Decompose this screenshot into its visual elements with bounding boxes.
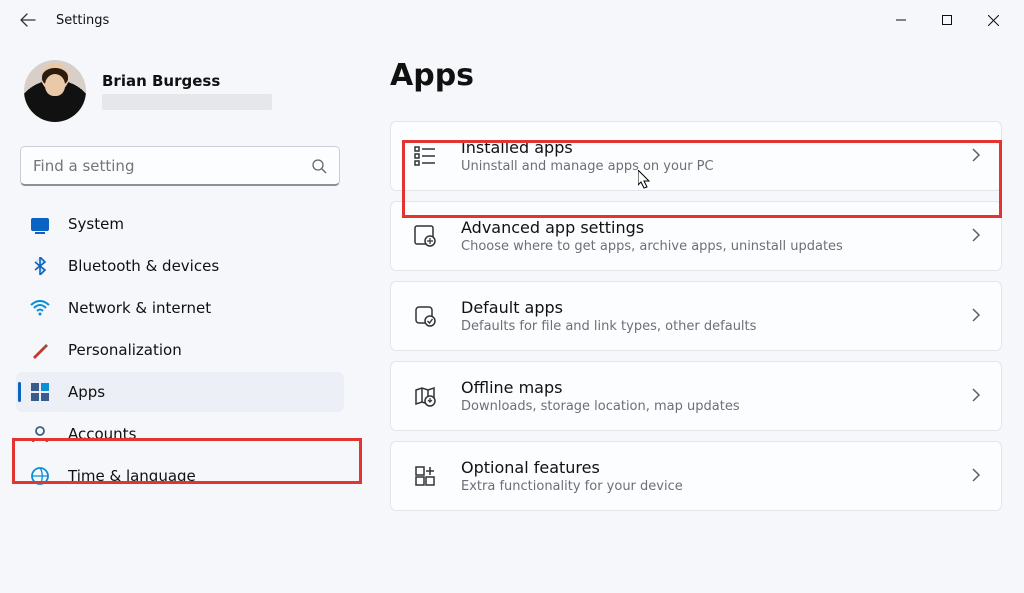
close-icon [988, 15, 999, 26]
offline-maps-icon [411, 382, 439, 410]
chevron-right-icon [972, 227, 981, 246]
sidebar-item-time[interactable]: Time & language [16, 456, 344, 496]
profile-email-placeholder [102, 94, 272, 110]
search-box[interactable] [20, 146, 340, 186]
sidebar-item-apps[interactable]: Apps [16, 372, 344, 412]
card-title: Offline maps [461, 378, 950, 397]
titlebar: Settings [0, 0, 1024, 40]
system-icon [30, 214, 50, 234]
close-button[interactable] [970, 4, 1016, 36]
profile-name: Brian Burgess [102, 72, 272, 90]
window-controls [878, 4, 1016, 36]
search-input[interactable] [33, 157, 311, 175]
card-subtitle: Defaults for file and link types, other … [461, 319, 950, 334]
profile-section[interactable]: Brian Burgess [16, 50, 344, 140]
window-title: Settings [56, 13, 109, 28]
bluetooth-icon [30, 256, 50, 276]
card-default-apps[interactable]: Default apps Defaults for file and link … [390, 281, 1002, 351]
sidebar-item-label: System [68, 215, 124, 233]
card-subtitle: Choose where to get apps, archive apps, … [461, 239, 950, 254]
sidebar-item-label: Network & internet [68, 299, 211, 317]
sidebar-item-system[interactable]: System [16, 204, 344, 244]
sidebar-item-bluetooth[interactable]: Bluetooth & devices [16, 246, 344, 286]
card-title: Optional features [461, 458, 950, 477]
chevron-right-icon [972, 307, 981, 326]
chevron-right-icon [972, 387, 981, 406]
card-offline-maps[interactable]: Offline maps Downloads, storage location… [390, 361, 1002, 431]
avatar [24, 60, 86, 122]
chevron-right-icon [972, 467, 981, 486]
minimize-icon [896, 15, 906, 25]
search-icon [311, 158, 327, 174]
accounts-icon [30, 424, 50, 444]
sidebar: Brian Burgess System Bluetooth & devices… [0, 40, 360, 593]
minimize-button[interactable] [878, 4, 924, 36]
time-language-icon [30, 466, 50, 486]
card-installed-apps[interactable]: Installed apps Uninstall and manage apps… [390, 121, 1002, 191]
wifi-icon [30, 298, 50, 318]
sidebar-item-label: Time & language [68, 467, 196, 485]
back-arrow-icon [20, 12, 36, 28]
sidebar-item-personalization[interactable]: Personalization [16, 330, 344, 370]
chevron-right-icon [972, 147, 981, 166]
card-subtitle: Downloads, storage location, map updates [461, 399, 950, 414]
back-button[interactable] [8, 0, 48, 40]
optional-features-icon [411, 462, 439, 490]
card-title: Advanced app settings [461, 218, 950, 237]
page-title: Apps [390, 58, 1002, 93]
personalization-icon [30, 340, 50, 360]
card-title: Installed apps [461, 138, 950, 157]
sidebar-item-label: Personalization [68, 341, 182, 359]
maximize-button[interactable] [924, 4, 970, 36]
sidebar-item-label: Bluetooth & devices [68, 257, 219, 275]
card-advanced-app-settings[interactable]: Advanced app settings Choose where to ge… [390, 201, 1002, 271]
advanced-settings-icon [411, 222, 439, 250]
sidebar-item-label: Apps [68, 383, 105, 401]
sidebar-item-accounts[interactable]: Accounts [16, 414, 344, 454]
nav-list: System Bluetooth & devices Network & int… [16, 204, 344, 496]
sidebar-item-network[interactable]: Network & internet [16, 288, 344, 328]
card-title: Default apps [461, 298, 950, 317]
installed-apps-icon [411, 142, 439, 170]
maximize-icon [942, 15, 952, 25]
card-subtitle: Uninstall and manage apps on your PC [461, 159, 950, 174]
sidebar-item-label: Accounts [68, 425, 136, 443]
apps-icon [30, 382, 50, 402]
default-apps-icon [411, 302, 439, 330]
card-subtitle: Extra functionality for your device [461, 479, 950, 494]
card-optional-features[interactable]: Optional features Extra functionality fo… [390, 441, 1002, 511]
main-content: Apps Installed apps Uninstall and manage… [360, 40, 1024, 593]
